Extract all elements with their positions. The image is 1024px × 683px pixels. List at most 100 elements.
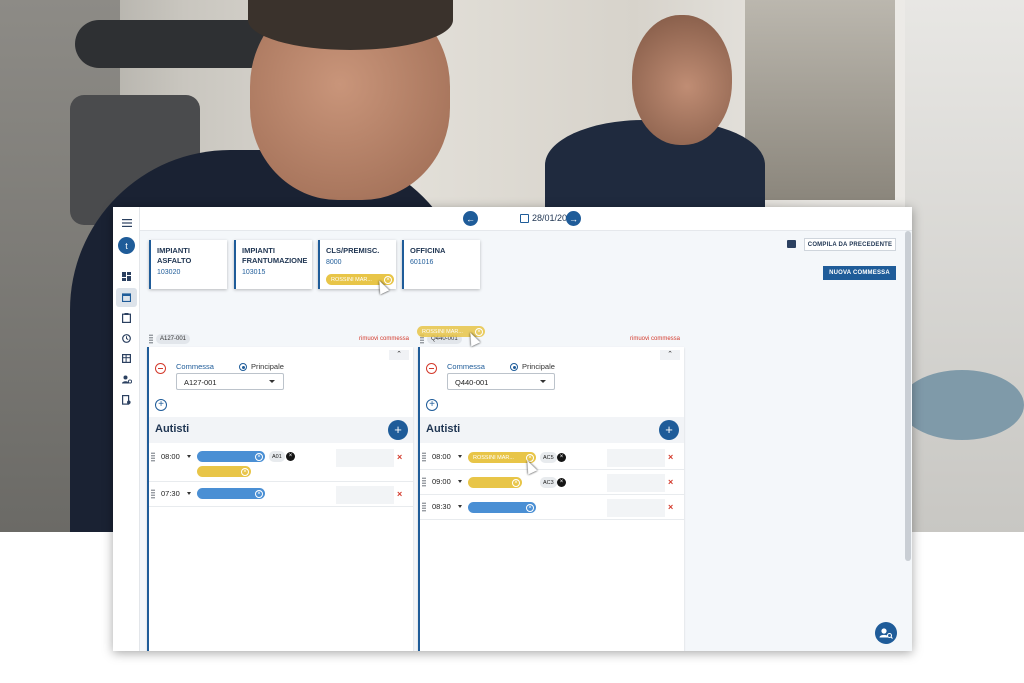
chip-close-icon[interactable]: × <box>526 503 534 512</box>
commessa-select[interactable]: Q440-001 <box>447 373 555 390</box>
table-row: 08:30 × × <box>420 496 684 520</box>
autisti-title: Autisti <box>155 423 190 435</box>
photo-technician2-head <box>632 15 732 145</box>
delete-row-icon[interactable]: × <box>397 452 402 462</box>
caret-down-icon[interactable] <box>187 455 191 458</box>
remove-badge-icon[interactable]: × <box>557 453 566 462</box>
remove-circle-icon[interactable] <box>426 363 437 374</box>
card-code: 103015 <box>242 269 266 276</box>
photo-pipe <box>75 20 275 68</box>
principale-radio[interactable] <box>510 363 518 371</box>
vehicle-code-badge: AC5 <box>540 452 557 463</box>
drag-handle-icon[interactable] <box>151 452 155 462</box>
remove-commessa-link[interactable]: rimuovi commessa <box>630 336 680 342</box>
table-calendar-icon[interactable] <box>118 351 135 366</box>
delete-row-icon[interactable]: × <box>668 452 673 462</box>
vertical-scrollbar[interactable] <box>905 231 911 561</box>
search-user-fab[interactable] <box>875 622 897 644</box>
delete-row-icon[interactable]: × <box>668 502 673 512</box>
column-header: A127-001 rimuovi commessa <box>147 331 413 347</box>
caret-down-icon[interactable] <box>458 480 462 483</box>
principale-label: Principale <box>251 362 284 371</box>
report-icon[interactable] <box>118 392 135 407</box>
photo-tank-top <box>900 370 1024 440</box>
notes-field[interactable] <box>607 499 665 517</box>
driver-chip[interactable]: × <box>197 466 251 477</box>
add-autista-button[interactable]: + <box>388 420 408 440</box>
commessa-column-2: Q440-001 rimuovi commessa ⌃ Commessa Pri… <box>418 331 684 651</box>
clipboard-icon[interactable] <box>118 310 135 325</box>
user-search-icon <box>879 628 893 639</box>
photo-boiler <box>745 0 895 200</box>
principale-radio[interactable] <box>239 363 247 371</box>
remove-badge-icon[interactable]: × <box>286 452 295 461</box>
vehicle-chip[interactable]: × <box>197 451 265 462</box>
add-autista-button[interactable]: + <box>659 420 679 440</box>
notes-field[interactable] <box>607 474 665 492</box>
add-circle-icon[interactable]: + <box>426 399 438 411</box>
vehicle-chip[interactable]: × <box>468 502 536 513</box>
card-title: IMPIANTI FRANTUMAZIONE <box>242 246 308 265</box>
commessa-card-asfalto[interactable]: IMPIANTI ASFALTO 103020 <box>149 240 227 289</box>
drag-handle-icon[interactable] <box>149 334 153 344</box>
clock-icon[interactable] <box>118 331 135 346</box>
user-settings-icon[interactable] <box>118 372 135 387</box>
chip-close-icon[interactable]: × <box>241 467 249 476</box>
commessa-tag: A127-001 <box>156 334 191 344</box>
notes-field[interactable] <box>336 449 394 467</box>
time-value[interactable]: 09:00 <box>432 477 451 486</box>
drag-handle-icon[interactable] <box>422 452 426 462</box>
time-value[interactable]: 08:00 <box>432 452 451 461</box>
compila-da-precedente-button[interactable]: COMPILA DA PRECEDENTE <box>804 238 896 251</box>
drag-handle-icon[interactable] <box>422 502 426 512</box>
caret-down-icon[interactable] <box>187 492 191 495</box>
notes-field[interactable] <box>336 486 394 504</box>
chip-close-icon[interactable]: × <box>512 478 520 487</box>
card-title: CLS/PREMISC. <box>326 246 380 255</box>
chip-close-icon[interactable]: × <box>255 452 263 461</box>
dashboard-icon[interactable] <box>118 269 135 284</box>
calendar-small-icon <box>520 213 529 223</box>
time-value[interactable]: 08:00 <box>161 452 180 461</box>
caret-down-icon[interactable] <box>458 455 462 458</box>
photo-tank <box>905 0 1024 532</box>
delete-row-icon[interactable]: × <box>397 489 402 499</box>
column-body: ⌃ Commessa Principale A127-001 + Autisti… <box>147 347 413 651</box>
collapse-button[interactable]: ⌃ <box>660 350 680 360</box>
user-avatar[interactable]: t <box>118 237 135 254</box>
next-day-button[interactable]: → <box>566 211 581 226</box>
remove-commessa-link[interactable]: rimuovi commessa <box>359 336 409 342</box>
add-circle-icon[interactable]: + <box>155 399 167 411</box>
caret-down-icon <box>540 380 546 383</box>
arrow-left-icon: ← <box>466 213 475 224</box>
card-code: 103020 <box>157 269 181 276</box>
chip-close-icon[interactable]: × <box>255 489 263 498</box>
hamburger-menu-icon[interactable] <box>118 215 135 230</box>
remove-circle-icon[interactable] <box>155 363 166 374</box>
drag-handle-icon[interactable] <box>151 489 155 499</box>
column-body: ⌃ Commessa Principale Q440-001 + Autisti… <box>418 347 684 651</box>
nuova-commessa-button[interactable]: NUOVA COMMESSA <box>823 266 896 280</box>
principale-label: Principale <box>522 362 555 371</box>
collapse-button[interactable]: ⌃ <box>389 350 409 360</box>
driver-chip[interactable]: × <box>468 477 522 488</box>
top-bar: ← 28/01/2022 → <box>140 207 912 231</box>
vehicle-chip[interactable]: × <box>197 488 265 499</box>
caret-down-icon[interactable] <box>458 505 462 508</box>
commessa-card-officina[interactable]: OFFICINA 601016 <box>402 240 480 289</box>
print-icon[interactable] <box>787 240 796 248</box>
delete-row-icon[interactable]: × <box>668 477 673 487</box>
notes-field[interactable] <box>607 449 665 467</box>
sidebar: t <box>113 207 140 651</box>
chevron-up-icon: ⌃ <box>667 351 673 358</box>
commessa-card-frantumazione[interactable]: IMPIANTI FRANTUMAZIONE 103015 <box>234 240 312 289</box>
drag-handle-icon[interactable] <box>422 477 426 487</box>
time-value[interactable]: 07:30 <box>161 489 180 498</box>
arrow-right-icon: → <box>569 213 578 224</box>
time-value[interactable]: 08:30 <box>432 502 451 511</box>
prev-day-button[interactable]: ← <box>463 211 478 226</box>
calendar-icon[interactable] <box>118 290 135 305</box>
card-code: 601016 <box>410 259 434 266</box>
commessa-select[interactable]: A127-001 <box>176 373 284 390</box>
remove-badge-icon[interactable]: × <box>557 478 566 487</box>
